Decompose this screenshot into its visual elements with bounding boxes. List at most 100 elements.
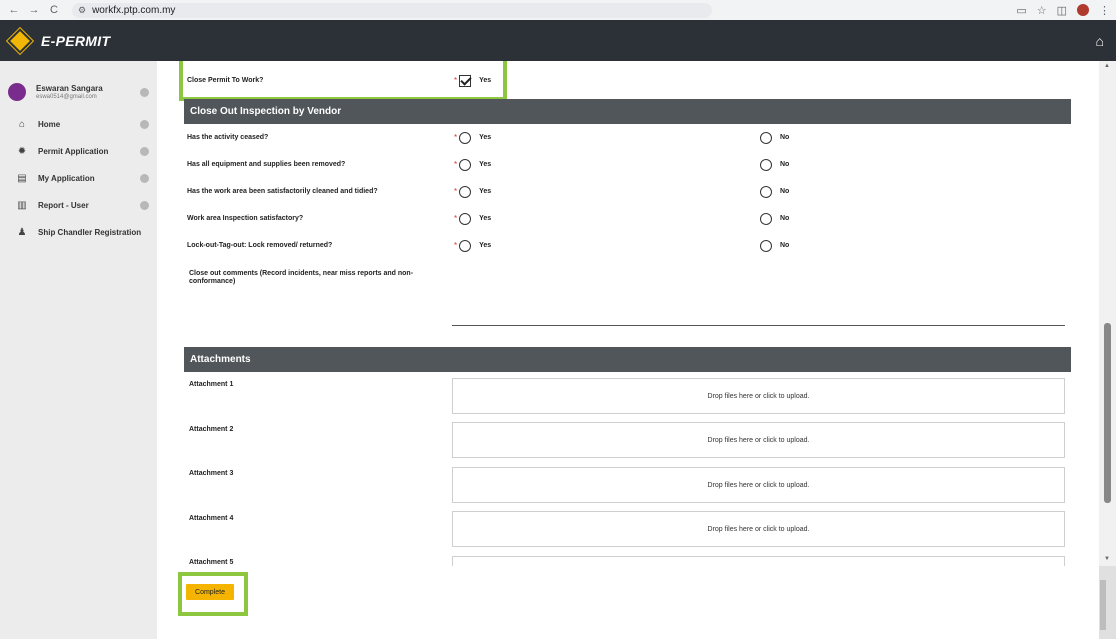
- url-text: workfx.ptp.com.my: [92, 4, 176, 16]
- sidebar-item-permit-application[interactable]: ✹ Permit Application: [0, 138, 157, 165]
- required-mark: *: [454, 214, 458, 223]
- question-row: Has the work area been satisfactorily cl…: [187, 178, 1072, 205]
- question-row: Has the activity ceased? * Yes No: [187, 124, 1072, 151]
- attachment-dropzone[interactable]: [452, 556, 1065, 566]
- address-bar[interactable]: ⚙ workfx.ptp.com.my: [72, 2, 712, 18]
- footer-sidebar: [0, 566, 157, 639]
- no-option[interactable]: No: [760, 158, 790, 171]
- main-content: Close Permit To Work? * Yes Close Out In…: [157, 61, 1099, 566]
- user-profile[interactable]: Eswaran Sangara eswa0514@gmail.com: [0, 61, 157, 109]
- sidebar-item-label: Report - User: [38, 201, 89, 210]
- attachment-dropzone[interactable]: Drop files here or click to upload.: [452, 467, 1065, 503]
- attachment-dropzone[interactable]: Drop files here or click to upload.: [452, 422, 1065, 458]
- sidebar-item-home[interactable]: ⌂ Home: [0, 111, 157, 138]
- no-option[interactable]: No: [760, 212, 790, 225]
- question-label: Has the work area been satisfactorily cl…: [187, 188, 378, 195]
- question-label: Lock-out-Tag-out: Lock removed/ returned…: [187, 242, 333, 249]
- profile-avatar-icon[interactable]: [1077, 4, 1089, 16]
- back-button[interactable]: ←: [6, 2, 22, 18]
- cast-icon[interactable]: ▭: [1016, 4, 1026, 17]
- no-radio[interactable]: [760, 131, 772, 144]
- yes-radio[interactable]: [459, 185, 472, 198]
- comments-label: Close out comments (Record incidents, ne…: [189, 270, 414, 285]
- question-row: Lock-out-Tag-out: Lock removed/ returned…: [187, 232, 1072, 259]
- option-label: No: [780, 215, 790, 222]
- required-mark: *: [454, 160, 458, 169]
- no-radio[interactable]: [760, 212, 772, 225]
- required-mark: *: [454, 241, 458, 250]
- chevron-icon: [140, 147, 149, 156]
- bookmark-star-icon[interactable]: ☆: [1037, 4, 1047, 17]
- question-row: Work area Inspection satisfactory? * Yes…: [187, 205, 1072, 232]
- complete-button[interactable]: Complete: [186, 584, 234, 600]
- user-name: Eswaran Sangara: [36, 84, 103, 93]
- yes-option[interactable]: Yes: [459, 158, 491, 171]
- attachment-dropzone[interactable]: Drop files here or click to upload.: [452, 378, 1065, 414]
- section-header-attachments: Attachments: [184, 347, 1071, 372]
- sidebar-item-label: Home: [38, 120, 61, 129]
- home-icon: ⌂: [18, 119, 26, 130]
- question-label: Has all equipment and supplies been remo…: [187, 161, 346, 168]
- yes-radio[interactable]: [459, 158, 472, 171]
- chart-icon: ▥: [17, 200, 27, 211]
- footer-scrollbar[interactable]: [1100, 580, 1106, 630]
- sidebar-item-label: Permit Application: [38, 147, 109, 156]
- browser-menu-icon[interactable]: ⋮: [1099, 4, 1110, 17]
- yes-option[interactable]: Yes: [459, 185, 491, 198]
- yes-radio[interactable]: [459, 212, 472, 225]
- option-label: Yes: [479, 242, 492, 249]
- forward-button[interactable]: →: [26, 2, 42, 18]
- highlight-close-permit: [179, 61, 507, 101]
- app-header: E-PERMIT ⌂: [0, 20, 1116, 61]
- attachment-label: Attachment 5: [189, 559, 234, 566]
- option-label: Yes: [479, 134, 492, 141]
- option-label: No: [780, 134, 790, 141]
- attachment-label: Attachment 3: [189, 470, 234, 477]
- gear-icon: ✹: [17, 146, 27, 157]
- person-icon: ♟: [17, 227, 27, 238]
- site-settings-icon[interactable]: ⚙: [78, 5, 86, 16]
- attachment-label: Attachment 2: [189, 426, 234, 433]
- scroll-thumb[interactable]: [1104, 323, 1111, 503]
- option-label: No: [780, 188, 790, 195]
- sidebar-item-report-user[interactable]: ▥ Report - User: [0, 192, 157, 219]
- scroll-up-icon[interactable]: ▲: [1104, 63, 1110, 69]
- chevron-icon[interactable]: [140, 87, 149, 97]
- app-title: E-PERMIT: [41, 32, 111, 49]
- no-radio[interactable]: [760, 158, 772, 171]
- no-radio[interactable]: [760, 239, 772, 252]
- yes-option[interactable]: Yes: [459, 131, 492, 144]
- option-label: Yes: [479, 215, 492, 222]
- question-label: Work area Inspection satisfactory?: [187, 215, 304, 222]
- scroll-down-icon[interactable]: ▼: [1104, 556, 1110, 562]
- chevron-icon: [140, 174, 149, 183]
- side-panel-icon[interactable]: ◫: [1057, 4, 1067, 17]
- sidebar: Eswaran Sangara eswa0514@gmail.com ⌂ Hom…: [0, 61, 157, 639]
- chevron-icon: [140, 120, 149, 129]
- user-email: eswa0514@gmail.com: [36, 94, 97, 100]
- reload-button[interactable]: C: [46, 2, 62, 18]
- yes-radio[interactable]: [459, 239, 472, 252]
- yes-option[interactable]: Yes: [459, 212, 492, 225]
- no-option[interactable]: No: [760, 239, 789, 252]
- option-label: No: [780, 161, 790, 168]
- document-icon: ▤: [17, 173, 27, 184]
- sidebar-item-ship-chandler-registration[interactable]: ♟ Ship Chandler Registration: [0, 219, 157, 246]
- no-option[interactable]: No: [760, 131, 790, 144]
- no-option[interactable]: No: [760, 185, 790, 198]
- comments-input[interactable]: [452, 325, 1065, 326]
- yes-option[interactable]: Yes: [459, 239, 492, 252]
- attachment-dropzone[interactable]: Drop files here or click to upload.: [452, 511, 1065, 547]
- no-radio[interactable]: [760, 185, 772, 198]
- question-label: Has the activity ceased?: [187, 134, 269, 141]
- yes-radio[interactable]: [459, 131, 472, 144]
- main-scrollbar[interactable]: ▲ ▼: [1099, 61, 1116, 566]
- question-row: Has all equipment and supplies been remo…: [187, 151, 1072, 178]
- section-header-close-out: Close Out Inspection by Vendor: [184, 99, 1071, 124]
- attachment-label: Attachment 1: [189, 381, 234, 388]
- required-mark: *: [454, 133, 458, 142]
- browser-toolbar: ← → C ⚙ workfx.ptp.com.my ▭ ☆ ◫ ⋮: [0, 0, 1116, 20]
- home-icon[interactable]: ⌂: [1096, 33, 1104, 49]
- attachment-label: Attachment 4: [189, 515, 234, 522]
- sidebar-item-my-application[interactable]: ▤ My Application: [0, 165, 157, 192]
